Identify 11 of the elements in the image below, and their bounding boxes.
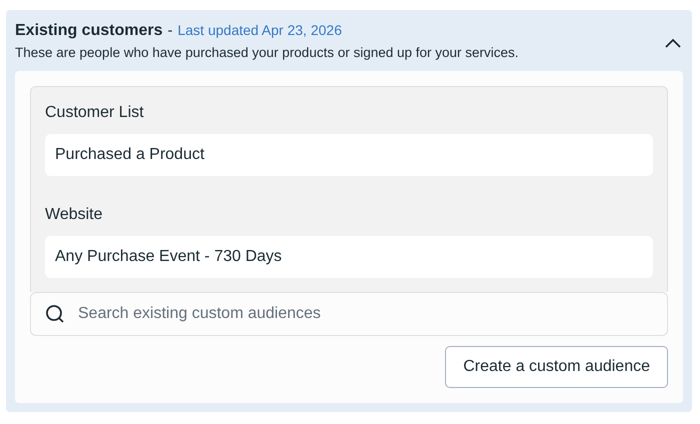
title-separator: -	[168, 22, 173, 39]
audience-option[interactable]: Any Purchase Event - 730 Days	[45, 236, 653, 278]
create-audience-button[interactable]: Create a custom audience	[445, 346, 668, 388]
section-description: These are people who have purchased your products or signed up for your services.	[15, 45, 519, 60]
chevron-icon	[665, 38, 681, 48]
last-updated-text: Last updated Apr 23, 2026	[178, 22, 342, 38]
search-field[interactable]: Search existing custom audiences	[30, 292, 668, 336]
group-label: Website	[45, 205, 104, 225]
section-title: Existing customers	[15, 22, 163, 40]
audience-option[interactable]: Purchased a Product	[45, 134, 653, 176]
group-label: Customer List	[45, 103, 145, 123]
